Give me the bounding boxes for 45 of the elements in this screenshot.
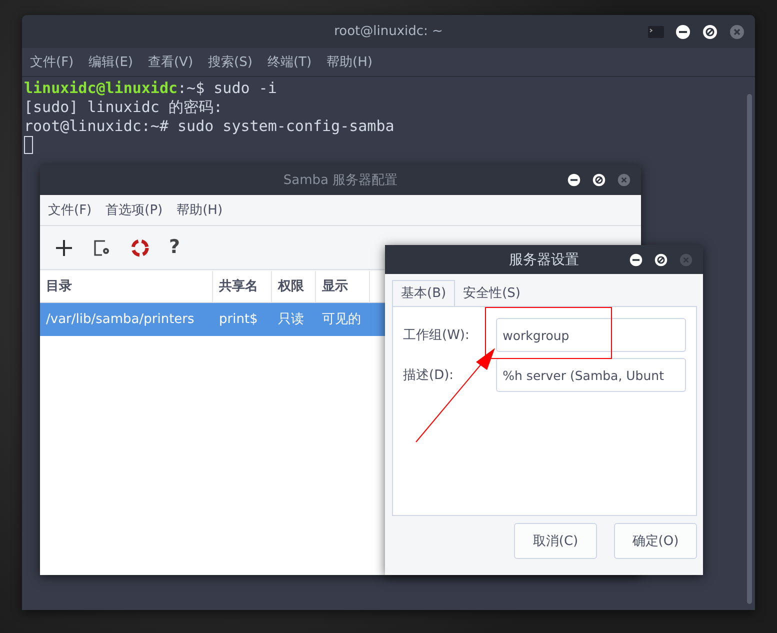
menu-item[interactable]: 文件(F) [48,201,92,219]
column-header[interactable]: 目录 [40,271,213,302]
field-label: 描述(D): [403,367,455,384]
close-icon[interactable] [617,173,631,187]
table-cell-text: 只读 [277,311,305,329]
window-title: root@linuxidc: ~ [334,24,443,39]
menu-item[interactable]: 终端(T) [267,53,312,71]
dialog-button[interactable]: 确定(O) [614,523,697,559]
help-icon[interactable]: ? [169,238,180,257]
minimize-icon[interactable] [567,173,581,187]
minimize-icon[interactable] [629,252,643,266]
column-header[interactable]: 显示 [316,271,370,302]
terminal-line: [sudo] linuxidc 的密码: [24,98,224,117]
window-title: Samba 服务器配置 [283,172,398,189]
dialog-button[interactable]: 取消(C) [514,523,597,559]
input-field[interactable]: %h server (Samba, Ubunt [496,358,686,392]
input-field[interactable]: workgroup [496,318,686,352]
recycle-icon[interactable] [131,238,149,256]
menu-item[interactable]: 帮助(H) [176,201,223,219]
tab[interactable]: 基本(B) [392,280,456,306]
cursor-icon [24,136,33,154]
scrollbar[interactable] [747,94,752,604]
terminal-icon[interactable] [648,26,664,38]
maximize-icon[interactable] [654,252,668,266]
menu-item[interactable]: 首选项(P) [106,201,163,219]
add-icon[interactable] [55,238,73,256]
maximize-icon[interactable] [592,173,606,187]
tab[interactable]: 安全性(S) [455,281,528,306]
menu-item[interactable]: 搜索(S) [208,53,252,71]
terminal-line: root@linuxidc:~# sudo system-config-samba [24,117,396,136]
maximize-icon[interactable] [702,24,718,40]
column-header[interactable]: 共享名 [213,271,272,302]
table-cell-text: print$ [218,311,259,329]
close-icon[interactable] [729,24,745,40]
menu-item[interactable]: 编辑(E) [88,53,133,71]
menu-item[interactable]: 帮助(H) [326,53,372,71]
menu-item[interactable]: 文件(F) [30,53,74,71]
minimize-icon[interactable] [675,24,691,40]
dialog-title: 服务器设置 [509,250,579,268]
table-cell-text: /var/lib/samba/printers [45,311,196,329]
properties-icon[interactable] [93,238,111,256]
table-cell-text: 可见的 [321,311,362,329]
terminal-line: linuxidc@linuxidc:~$ sudo -i [24,79,278,98]
column-header[interactable]: 权限 [272,271,316,302]
menu-item[interactable]: 查看(V) [148,53,194,71]
